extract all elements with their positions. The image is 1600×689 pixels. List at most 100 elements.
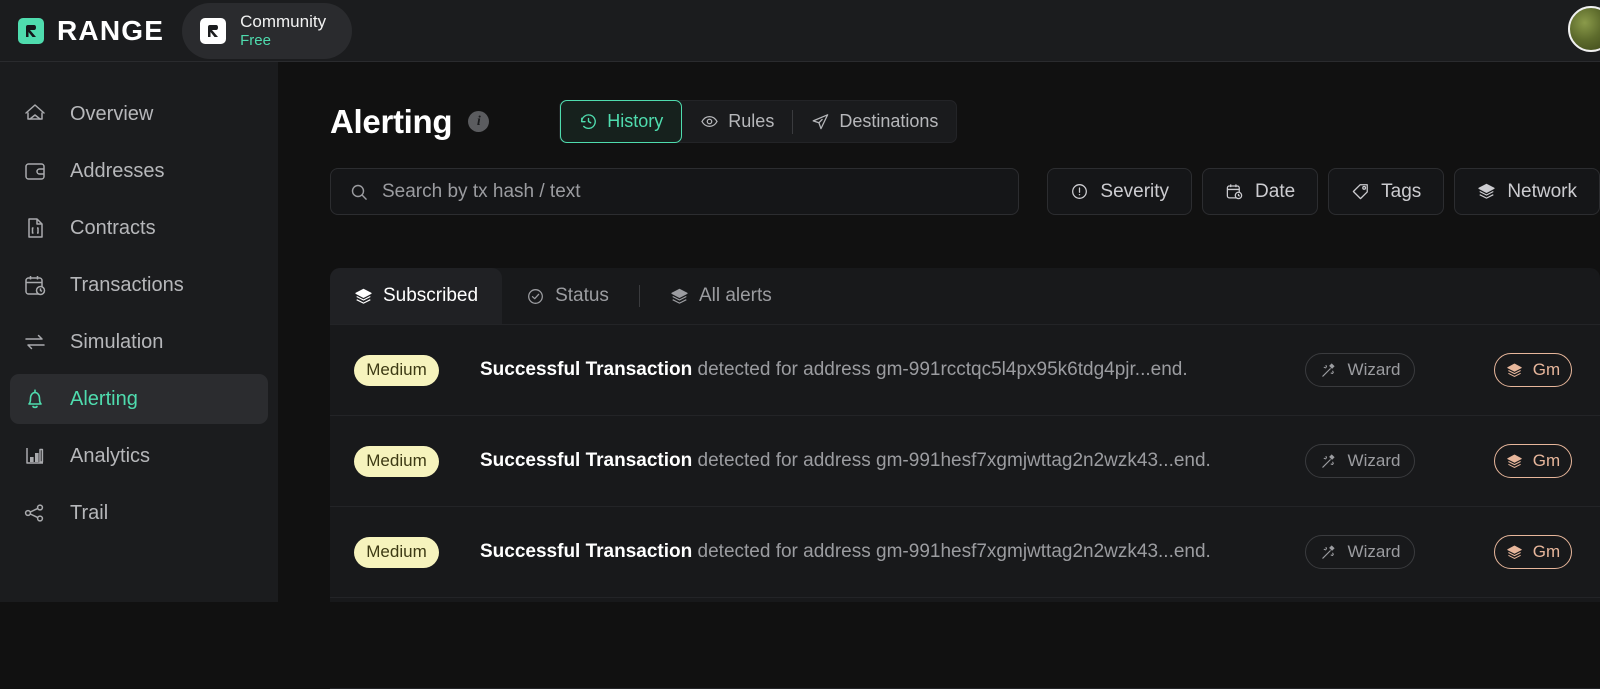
tab-label: History bbox=[607, 111, 664, 131]
alert-network-label: Gm bbox=[1532, 451, 1561, 470]
filter-buttons: Severity Date Tags Network bbox=[1047, 168, 1600, 215]
eye-icon bbox=[700, 112, 719, 131]
brand-logo[interactable]: RANGE bbox=[18, 15, 164, 47]
layers-icon bbox=[1506, 453, 1523, 470]
tab-destinations[interactable]: Destinations bbox=[793, 100, 956, 143]
nodes-graph-icon bbox=[22, 500, 48, 526]
range-logo-icon bbox=[18, 17, 44, 44]
avatar[interactable] bbox=[1568, 6, 1600, 52]
list-tab-label: All alerts bbox=[698, 285, 772, 306]
swap-arrows-icon bbox=[22, 329, 48, 355]
check-circle-icon bbox=[526, 287, 545, 306]
bell-icon bbox=[22, 386, 48, 412]
sidebar-item-simulation[interactable]: Simulation bbox=[10, 317, 268, 367]
wallet-icon bbox=[22, 158, 48, 184]
filter-bar: Severity Date bbox=[278, 143, 1600, 215]
layers-icon bbox=[1506, 362, 1523, 379]
table-row[interactable]: Medium Successful Transaction detected f… bbox=[330, 416, 1600, 507]
search-icon bbox=[349, 182, 369, 202]
brand-name: RANGE bbox=[57, 14, 165, 46]
alert-source-badge[interactable]: Wizard bbox=[1305, 353, 1415, 387]
list-tab-label: Status bbox=[555, 285, 609, 306]
filter-severity-button[interactable]: Severity bbox=[1047, 168, 1193, 215]
list-tab-all-alerts[interactable]: All alerts bbox=[646, 268, 796, 324]
alert-network-badge[interactable]: Gm bbox=[1494, 535, 1572, 569]
alert-detail: detected for address gm-991hesf7xgmjwtta… bbox=[692, 541, 1211, 562]
plan-badge[interactable]: Community Free bbox=[182, 2, 353, 59]
search-box[interactable] bbox=[330, 168, 1020, 215]
tab-rules[interactable]: Rules bbox=[682, 100, 792, 143]
table-row[interactable]: Medium Successful Transaction detected f… bbox=[330, 507, 1600, 598]
magic-wand-icon bbox=[1320, 544, 1337, 561]
page-header: Alerting i History Rules Destinations bbox=[278, 62, 1600, 143]
list-tab-label: Subscribed bbox=[383, 285, 479, 306]
filter-label: Date bbox=[1255, 180, 1296, 202]
main-content: Alerting i History Rules Destinations Se… bbox=[278, 62, 1600, 689]
sidebar-item-alerting[interactable]: Alerting bbox=[10, 374, 268, 424]
layers-icon bbox=[1477, 182, 1496, 201]
list-tab-subscribed[interactable]: Subscribed bbox=[330, 268, 503, 324]
calendar-clock-icon bbox=[1225, 182, 1244, 201]
sidebar-item-trail[interactable]: Trail bbox=[10, 488, 268, 538]
alert-title: Successful Transaction bbox=[480, 359, 693, 380]
tab-label: Rules bbox=[728, 111, 775, 131]
plan-tier: Free bbox=[240, 31, 271, 49]
sidebar-item-overview[interactable]: Overview bbox=[10, 89, 268, 139]
list-tabs: Subscribed Status All alerts bbox=[330, 268, 1600, 324]
alert-message: Successful Transaction detected for addr… bbox=[480, 450, 1211, 472]
tag-icon bbox=[1351, 182, 1370, 201]
calendar-clock-icon bbox=[22, 272, 48, 298]
alert-network-badge[interactable]: Gm bbox=[1494, 444, 1572, 478]
layers-icon bbox=[670, 287, 689, 306]
alert-detail: detected for address gm-991hesf7xgmjwtta… bbox=[692, 450, 1211, 471]
view-tabs: History Rules Destinations bbox=[559, 100, 958, 143]
layers-icon bbox=[1506, 544, 1523, 561]
magic-wand-icon bbox=[1320, 362, 1337, 379]
alert-message: Successful Transaction detected for addr… bbox=[480, 541, 1211, 563]
search-input[interactable] bbox=[382, 180, 1001, 203]
range-badge-icon bbox=[200, 17, 227, 44]
alert-network-badge[interactable]: Gm bbox=[1494, 353, 1572, 387]
sidebar: Overview Addresses Contracts Transaction… bbox=[0, 62, 278, 602]
page-title: Alerting bbox=[330, 102, 453, 140]
top-bar: RANGE Community Free bbox=[0, 0, 1600, 62]
filter-label: Tags bbox=[1381, 180, 1422, 202]
alert-source-label: Wizard bbox=[1347, 360, 1401, 379]
alert-detail: detected for address gm-991rcctqc5l4px95… bbox=[692, 359, 1188, 380]
layers-icon bbox=[354, 287, 373, 306]
sidebar-item-transactions[interactable]: Transactions bbox=[10, 260, 268, 310]
alert-source-label: Wizard bbox=[1347, 542, 1401, 561]
sidebar-item-label: Alerting bbox=[70, 387, 138, 410]
filter-date-button[interactable]: Date bbox=[1202, 168, 1319, 215]
sidebar-item-label: Transactions bbox=[70, 273, 184, 296]
sidebar-item-label: Contracts bbox=[70, 216, 156, 239]
sidebar-item-contracts[interactable]: Contracts bbox=[10, 203, 268, 253]
info-icon[interactable]: i bbox=[468, 111, 490, 132]
tab-history[interactable]: History bbox=[560, 100, 683, 143]
filter-tags-button[interactable]: Tags bbox=[1328, 168, 1445, 215]
filter-network-button[interactable]: Network bbox=[1454, 168, 1600, 215]
table-row[interactable] bbox=[330, 598, 1600, 689]
alert-source-badge[interactable]: Wizard bbox=[1305, 444, 1415, 478]
sidebar-item-label: Addresses bbox=[70, 159, 165, 182]
sidebar-item-label: Simulation bbox=[70, 330, 164, 353]
tab-label: Destinations bbox=[839, 111, 939, 131]
alert-network-label: Gm bbox=[1532, 360, 1561, 379]
alert-message: Successful Transaction detected for addr… bbox=[480, 359, 1188, 381]
alerts-panel: Subscribed Status All alerts Medium Succ… bbox=[330, 268, 1600, 689]
sidebar-item-label: Analytics bbox=[70, 444, 151, 467]
alert-circle-icon bbox=[1070, 182, 1089, 201]
list-tab-status[interactable]: Status bbox=[502, 268, 633, 324]
alert-network-label: Gm bbox=[1532, 542, 1561, 561]
alert-source-badge[interactable]: Wizard bbox=[1305, 535, 1415, 569]
alerts-list: Medium Successful Transaction detected f… bbox=[330, 324, 1600, 689]
filter-label: Network bbox=[1507, 180, 1577, 202]
list-tab-divider bbox=[638, 285, 640, 307]
home-icon bbox=[22, 101, 48, 127]
sidebar-item-label: Overview bbox=[70, 102, 154, 125]
sidebar-item-analytics[interactable]: Analytics bbox=[10, 431, 268, 481]
sidebar-item-addresses[interactable]: Addresses bbox=[10, 146, 268, 196]
status-badge: Medium bbox=[354, 445, 439, 477]
status-badge: Medium bbox=[354, 354, 439, 386]
table-row[interactable]: Medium Successful Transaction detected f… bbox=[330, 325, 1600, 416]
